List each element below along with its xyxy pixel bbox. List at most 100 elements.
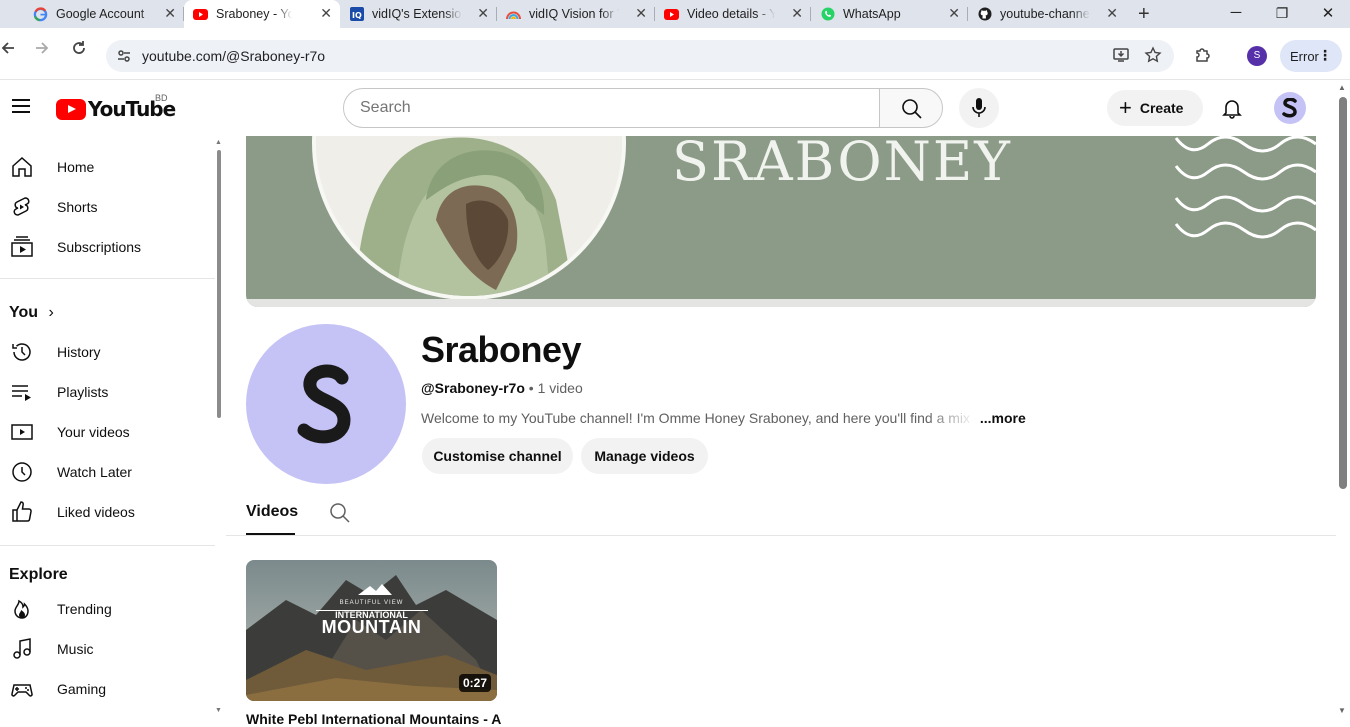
sidebar-item-gaming[interactable]: Gaming (0, 669, 215, 709)
close-tab-icon[interactable]: ✕ (164, 5, 176, 22)
thumbnail-text-large: MOUNTAIN (321, 617, 422, 637)
notifications-bell-icon[interactable] (1220, 96, 1244, 120)
close-tab-icon[interactable]: ✕ (1106, 5, 1118, 22)
tab-title: WhatsApp (843, 7, 901, 21)
liked-videos-icon (10, 500, 34, 524)
whatsapp-icon (820, 7, 835, 21)
description-more-link[interactable]: ...more (980, 410, 1026, 426)
browser-tab-video-details[interactable]: Video details - YouTube Studio ✕ (655, 0, 811, 28)
menu-icon[interactable] (12, 99, 30, 113)
history-icon (10, 340, 34, 364)
channel-search-icon[interactable] (329, 502, 351, 524)
minimize-icon[interactable]: ─ (1226, 4, 1246, 21)
error-button[interactable]: Error ⋮ (1280, 40, 1342, 72)
browser-tab-strip: Google Account ✕ Sraboney - YouTube ✕ IQ… (0, 0, 1350, 28)
close-tab-icon[interactable]: ✕ (948, 5, 960, 22)
sidebar-item-shorts[interactable]: Shorts (0, 187, 215, 227)
back-icon[interactable] (0, 40, 16, 61)
sidebar-item-label: Playlists (57, 384, 109, 400)
sidebar-item-watch-later[interactable]: Watch Later (0, 452, 215, 492)
sidebar-item-home[interactable]: Home (0, 147, 215, 187)
svg-text:IQ: IQ (352, 11, 362, 20)
voice-search-button[interactable] (959, 88, 999, 128)
create-label: Create (1139, 100, 1184, 116)
youtube-logo[interactable]: YouTube BD (56, 93, 176, 121)
vidiq-vision-icon (506, 7, 521, 21)
video-title[interactable]: White Pebl International Mountains - A (246, 711, 501, 727)
browser-toolbar: youtube.com/@Sraboney-r7o S Error ⋮ (0, 28, 1350, 80)
banner-photo (312, 136, 626, 300)
address-bar[interactable]: youtube.com/@Sraboney-r7o (106, 40, 1174, 72)
sidebar-explore-heading: Explore (9, 566, 68, 583)
channel-meta: @Sraboney-r7o • 1 video (421, 380, 583, 396)
page-scrollbar[interactable] (1339, 97, 1347, 489)
vidiq-icon: IQ (349, 7, 364, 21)
sidebar-item-history[interactable]: History (0, 332, 215, 372)
browser-tab-vidiq-extension[interactable]: IQ vidIQ's Extension ✕ (340, 0, 497, 28)
bookmark-star-icon[interactable] (1144, 46, 1162, 69)
channel-banner: SRABONEY (246, 136, 1316, 307)
video-thumbnail[interactable]: BEAUTIFUL VIEW INTERNATIONAL MOUNTAIN 0:… (246, 560, 497, 701)
tab-videos[interactable]: Videos (246, 503, 298, 521)
install-app-icon[interactable] (1112, 46, 1130, 69)
extensions-puzzle-icon[interactable] (1194, 45, 1212, 63)
sidebar-item-liked-videos[interactable]: Liked videos (0, 492, 215, 532)
browser-tab-google-account[interactable]: Google Account ✕ (24, 0, 184, 28)
reload-icon[interactable] (71, 40, 87, 61)
banner-brand-text: SRABONEY (672, 136, 1012, 193)
sidebar-item-label: Home (57, 159, 95, 175)
channel-avatar[interactable] (246, 324, 406, 484)
create-button[interactable]: + Create (1107, 90, 1203, 126)
forward-icon[interactable] (34, 40, 50, 61)
channel-handle: @Sraboney-r7o (421, 380, 525, 396)
page-scroll-up-arrow[interactable]: ▲ (1338, 83, 1346, 92)
sidebar-item-trending[interactable]: Trending (0, 589, 215, 629)
sidebar-item-subscriptions[interactable]: Subscriptions (0, 227, 215, 267)
channel-description-text: Welcome to my YouTube channel! I'm Omme … (421, 410, 976, 426)
close-tab-icon[interactable]: ✕ (477, 5, 489, 22)
channel-description[interactable]: Welcome to my YouTube channel! I'm Omme … (421, 410, 1026, 426)
sidebar-item-label: Watch Later (57, 464, 132, 480)
sidebar-heading-label: You (9, 304, 39, 321)
site-info-icon[interactable] (116, 48, 132, 64)
tab-title: vidIQ's Extension (372, 7, 462, 21)
browser-tab-youtube[interactable]: Sraboney - YouTube ✕ (184, 0, 340, 28)
youtube-play-icon (56, 98, 86, 120)
youtube-header: YouTube BD + Create (0, 80, 1350, 136)
shorts-icon (10, 195, 34, 219)
sidebar-item-label: Gaming (57, 681, 107, 697)
close-window-icon[interactable]: ✕ (1318, 4, 1338, 22)
browser-profile-avatar[interactable]: S (1247, 46, 1267, 66)
sidebar-item-label: History (57, 344, 101, 360)
plus-icon: + (1119, 95, 1132, 120)
close-tab-icon[interactable]: ✕ (320, 5, 332, 22)
sidebar-scrollbar[interactable] (217, 150, 221, 418)
search-input[interactable] (343, 88, 880, 128)
sidebar-scroll-down-arrow[interactable]: ▼ (215, 707, 222, 714)
google-icon (33, 6, 48, 21)
sidebar-you-heading[interactable]: You › (9, 304, 54, 322)
sidebar-scroll-up-arrow[interactable]: ▲ (215, 139, 222, 146)
music-icon (10, 637, 34, 661)
account-avatar[interactable] (1274, 92, 1306, 124)
more-vert-icon[interactable]: ⋮ (1318, 47, 1332, 64)
sidebar-item-label: Subscriptions (57, 239, 142, 255)
browser-tab-whatsapp[interactable]: WhatsApp ✕ (811, 0, 968, 28)
sidebar-item-music[interactable]: Music (0, 629, 215, 669)
new-tab-icon[interactable]: + (1138, 3, 1150, 26)
search-button[interactable] (879, 88, 943, 128)
customise-channel-button[interactable]: Customise channel (422, 438, 573, 474)
sidebar-item-label: Trending (57, 601, 112, 617)
manage-videos-button[interactable]: Manage videos (581, 438, 708, 474)
close-tab-icon[interactable]: ✕ (635, 5, 647, 22)
close-tab-icon[interactable]: ✕ (791, 5, 803, 22)
tab-title: Google Account (56, 7, 145, 21)
browser-tab-vidiq-vision[interactable]: vidIQ Vision for YouTube ✕ (497, 0, 655, 28)
restore-icon[interactable]: ❐ (1272, 5, 1292, 22)
browser-tab-github[interactable]: youtube-channel ✕ (968, 0, 1126, 28)
your-videos-icon (10, 420, 34, 444)
url-text: youtube.com/@Sraboney-r7o (142, 48, 326, 64)
page-scroll-down-arrow[interactable]: ▼ (1338, 706, 1346, 715)
sidebar-item-playlists[interactable]: Playlists (0, 372, 215, 412)
sidebar-item-your-videos[interactable]: Your videos (0, 412, 215, 452)
